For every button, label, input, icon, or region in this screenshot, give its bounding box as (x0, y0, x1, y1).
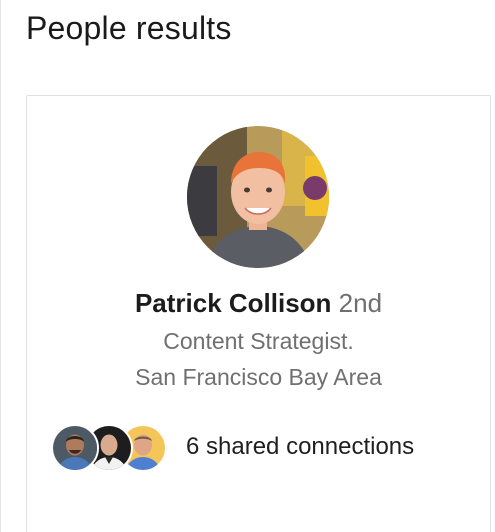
person-card[interactable]: Patrick Collison 2nd Content Strategist.… (26, 95, 491, 532)
people-results-panel: People results Patrick Collison 2nd Cont… (0, 0, 495, 532)
person-headline: Content Strategist. (163, 328, 354, 354)
shared-connections[interactable]: 6 shared connections (51, 424, 481, 474)
section-title: People results (26, 10, 232, 46)
connection-degree: 2nd (338, 288, 383, 318)
profile-avatar[interactable] (187, 126, 329, 268)
person-location: San Francisco Bay Area (135, 364, 382, 390)
profile-photo-icon (187, 126, 329, 268)
shared-connections-label[interactable]: 6 shared connections (186, 433, 414, 461)
person-name[interactable]: Patrick Collison (135, 288, 332, 318)
shared-connection-avatar-1 (51, 424, 99, 472)
person-name-line[interactable]: Patrick Collison 2nd (27, 288, 490, 319)
